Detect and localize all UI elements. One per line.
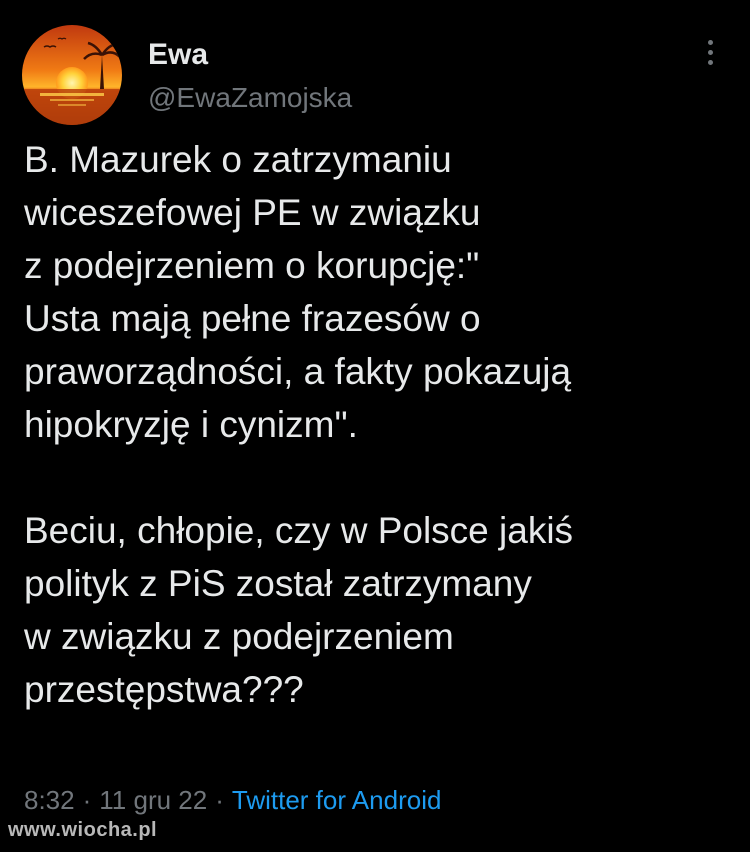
tweet-source-link[interactable]: Twitter for Android <box>232 785 442 815</box>
tweet-meta: 8:32 · 11 gru 22 · Twitter for Android <box>24 785 441 815</box>
tweet-time[interactable]: 8:32 <box>24 785 75 815</box>
dot <box>707 60 713 65</box>
tweet-date[interactable]: 11 gru 22 <box>99 785 207 815</box>
site-watermark: www.wiocha.pl <box>8 819 158 841</box>
dot <box>707 40 713 45</box>
tweet-text: B. Mazurek o zatrzymaniu wiceszefowej PE… <box>24 139 574 710</box>
meta-separator: · <box>82 785 92 815</box>
dot <box>707 50 713 55</box>
sunset-avatar-icon <box>22 25 122 125</box>
display-name[interactable]: Ewa <box>148 38 208 72</box>
user-handle[interactable]: @EwaZamojska <box>148 82 352 114</box>
avatar[interactable] <box>22 25 122 125</box>
more-options-icon[interactable] <box>700 40 720 74</box>
meta-separator: · <box>215 785 224 815</box>
tweet-card: Ewa @EwaZamojska B. Mazurek o zatrzymani… <box>0 0 750 852</box>
